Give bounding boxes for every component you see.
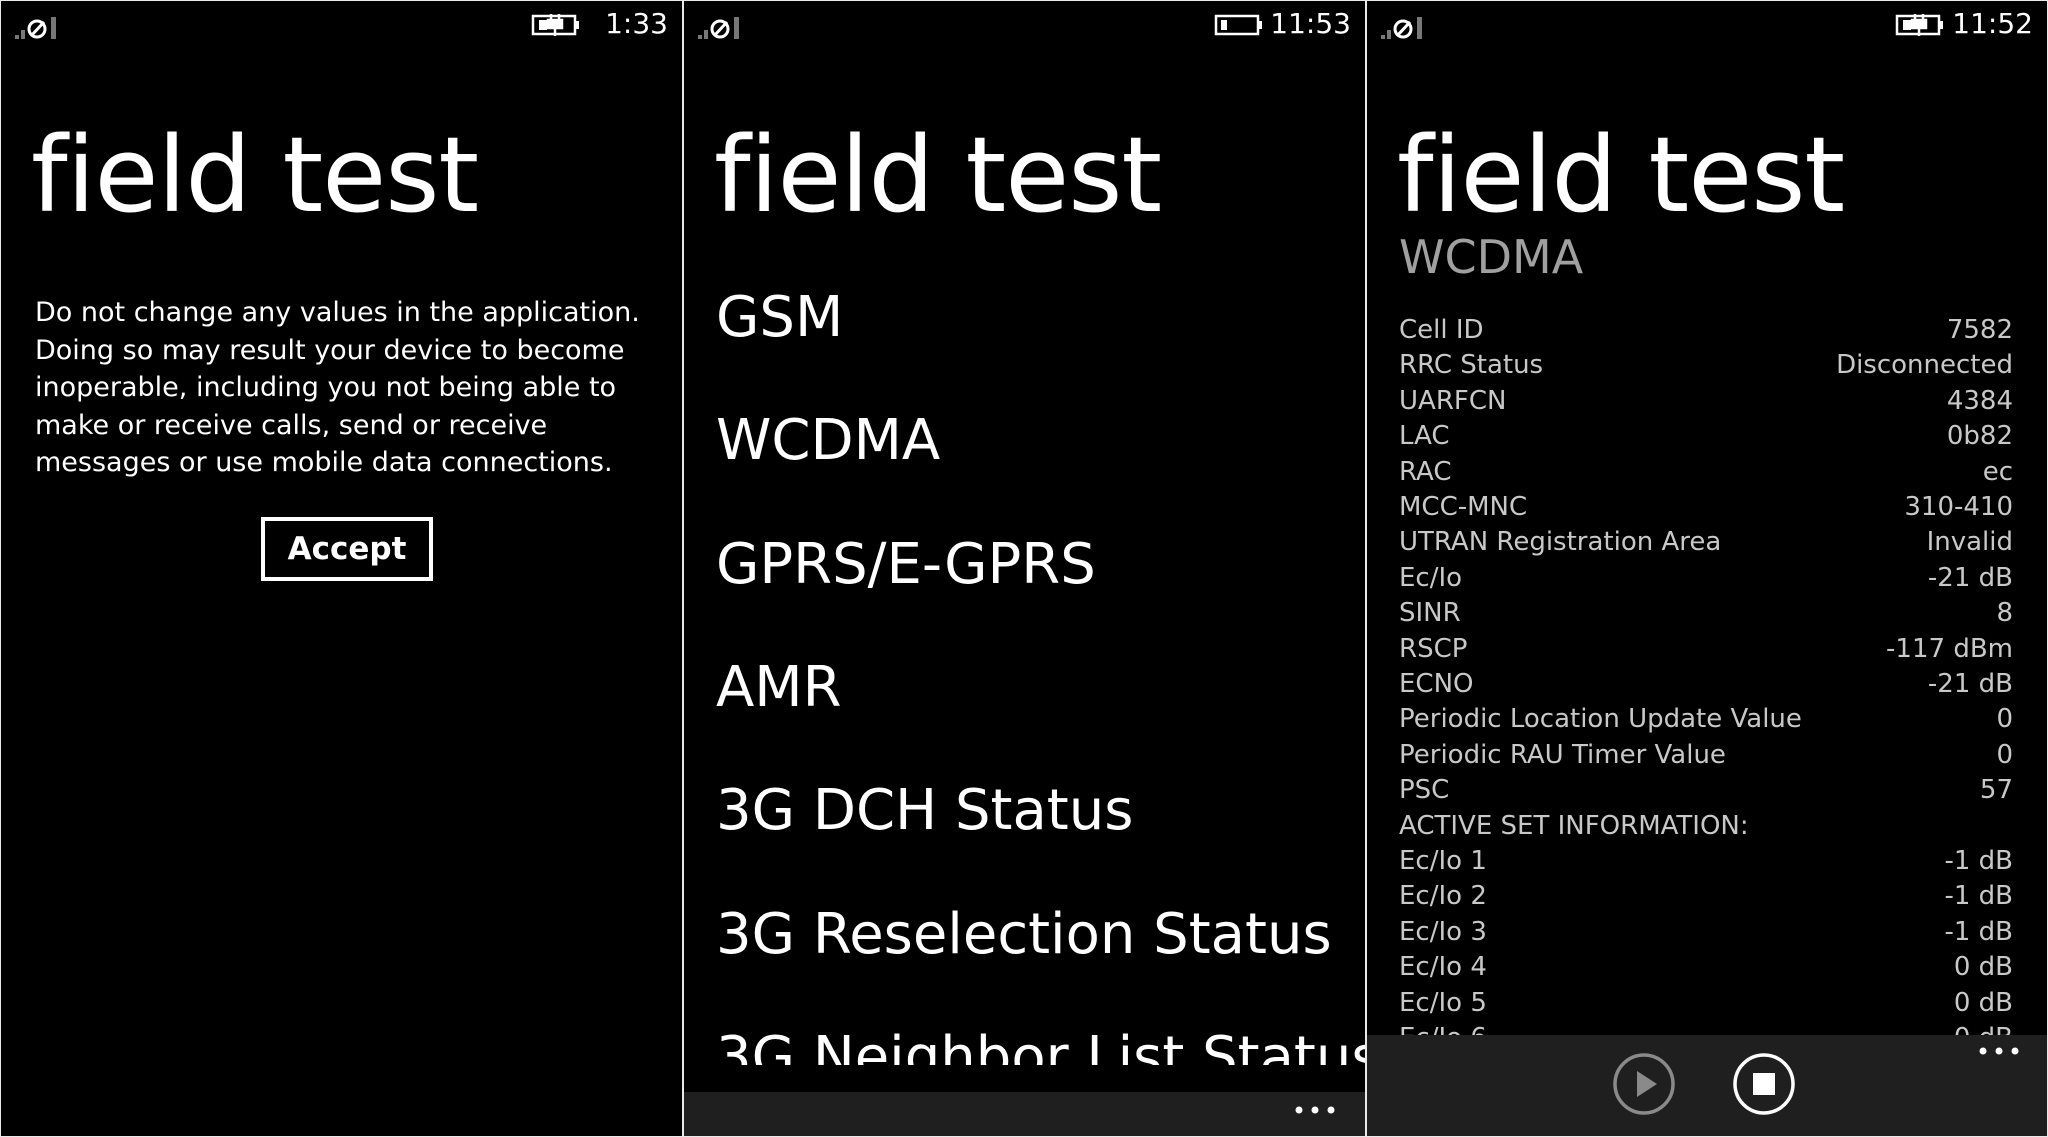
no-signal-icon [698, 17, 739, 39]
info-value: ec [1982, 456, 2013, 487]
app-bar [684, 1092, 1365, 1136]
menu-item-wcdma[interactable]: WCDMA [716, 407, 940, 475]
info-label: Ec/Io 5 [1399, 987, 1487, 1018]
info-label: LAC [1399, 421, 1450, 452]
info-label: Ec/Io 6 [1399, 1021, 1487, 1035]
info-label: Ec/Io 2 [1399, 881, 1487, 912]
clock: 11:53 [1270, 7, 1351, 40]
info-label: Ec/Io 1 [1399, 846, 1487, 876]
info-value: 0 [1996, 704, 2013, 735]
info-row: PSC 57 [1399, 773, 2013, 808]
info-value: 0 dB [1954, 1021, 2013, 1035]
status-bar: 11:53 [684, 1, 1365, 49]
menu-item-gsm[interactable]: GSM [716, 284, 843, 352]
info-value: 4384 [1946, 385, 2013, 416]
info-row: Cell ID 7582 [1399, 313, 2013, 348]
wcdma-detail-screen: 11:52 field test WCDMA Cell ID 7582 RRC St… [1367, 1, 2047, 1136]
warning-text: Do not change any values in the applicat… [35, 297, 640, 478]
info-label: PSC [1399, 775, 1450, 806]
info-label: RAC [1399, 456, 1452, 487]
page-title: field test [1397, 114, 1845, 236]
disclaimer-screen: 1:33 field test Do not change any values… [1, 1, 682, 1136]
info-value: 7582 [1946, 315, 2013, 345]
info-value: -21 dB [1927, 562, 2013, 593]
info-value: Disconnected [1836, 350, 2013, 381]
battery-low-icon [1214, 14, 1262, 36]
info-label: UTRAN Registration Area [1399, 527, 1722, 558]
info-value: -1 dB [1944, 881, 2013, 912]
info-label: Cell ID [1399, 315, 1484, 345]
info-label: Ec/Io 3 [1399, 916, 1487, 947]
info-row: ACTIVE SET INFORMATION: [1399, 809, 2013, 844]
accept-button[interactable]: Accept [261, 517, 433, 581]
info-label: ECNO [1399, 669, 1474, 699]
info-row: LAC 0b82 [1399, 419, 2013, 454]
info-row: RRC Status Disconnected [1399, 348, 2013, 383]
info-label: MCC-MNC [1399, 492, 1528, 522]
status-bar: 1:33 [1, 1, 682, 49]
app-bar [1367, 1035, 2047, 1136]
play-button[interactable] [1612, 1052, 1676, 1116]
info-row: MCC-MNC 310-410 [1399, 490, 2013, 525]
info-row: Ec/Io 4 0 dB [1399, 950, 2013, 985]
info-row: Periodic Location Update Value 0 [1399, 702, 2013, 737]
info-label: Ec/Io 4 [1399, 952, 1487, 983]
status-bar: 11:52 [1367, 1, 2047, 49]
info-label: SINR [1399, 598, 1461, 629]
menu-item-3g-dch-status[interactable]: 3G DCH Status [716, 777, 1133, 845]
info-value: 0 [1996, 739, 2013, 770]
menu-item-3g-neighbor-list-status[interactable]: 3G Neighbor List Status [716, 1024, 1365, 1065]
clock: 11:52 [1952, 7, 2033, 40]
info-row: Ec/Io 5 0 dB [1399, 986, 2013, 1021]
info-value: 8 [1996, 598, 2013, 629]
clock: 1:33 [605, 7, 668, 40]
info-value: 57 [1979, 775, 2013, 806]
info-row: SINR 8 [1399, 596, 2013, 631]
info-row: ECNO -21 dB [1399, 667, 2013, 702]
info-value: -1 dB [1944, 846, 2013, 876]
test-category-list: GSM WCDMA GPRS/E-GPRS AMR 3G DCH Status … [716, 271, 1365, 1065]
info-value: 0 dB [1953, 952, 2013, 983]
info-row: Ec/Io 1 -1 dB [1399, 844, 2013, 879]
page-title: field test [31, 114, 479, 236]
info-value: -1 dB [1944, 916, 2013, 947]
info-value: -21 dB [1927, 669, 2013, 699]
no-signal-icon [1381, 17, 1422, 39]
info-row: RSCP -117 dBm [1399, 632, 2013, 667]
more-options-icon[interactable] [1293, 1098, 1337, 1122]
info-value: 0b82 [1946, 421, 2013, 452]
stop-button[interactable] [1732, 1052, 1796, 1116]
info-label: Periodic RAU Timer Value [1399, 739, 1726, 770]
no-signal-icon [15, 17, 56, 39]
info-label: RSCP [1399, 633, 1468, 664]
info-value: -117 dBm [1886, 633, 2013, 664]
battery-charging-icon [1895, 14, 1943, 36]
info-row: Ec/Io 3 -1 dB [1399, 915, 2013, 950]
page-subtitle: WCDMA [1399, 230, 1584, 284]
info-value: Invalid [1926, 527, 2013, 558]
info-row: Ec/Io 2 -1 dB [1399, 879, 2013, 914]
menu-item-gprs[interactable]: GPRS/E-GPRS [716, 531, 1096, 599]
info-row: UARFCN 4384 [1399, 384, 2013, 419]
battery-charging-icon [531, 14, 579, 36]
info-label: ACTIVE SET INFORMATION: [1399, 810, 1749, 841]
info-label: RRC Status [1399, 350, 1544, 381]
info-label: UARFCN [1399, 385, 1507, 416]
info-value: 310-410 [1904, 492, 2013, 522]
info-row: Ec/Io -21 dB [1399, 561, 2013, 596]
info-row: Ec/Io 6 0 dB [1399, 1021, 2013, 1035]
wcdma-info-list: Cell ID 7582 RRC Status Disconnected UARFCN 4… [1399, 313, 2013, 1035]
info-label: Ec/Io [1399, 562, 1463, 593]
page-title: field test [714, 114, 1162, 236]
info-row: RAC ec [1399, 455, 2013, 490]
info-label: Periodic Location Update Value [1399, 704, 1802, 735]
more-options-icon[interactable] [1977, 1039, 2021, 1063]
info-value: 0 dB [1953, 987, 2013, 1018]
menu-item-amr[interactable]: AMR [716, 654, 842, 722]
menu-item-3g-reselection-status[interactable]: 3G Reselection Status [716, 901, 1332, 969]
field-test-menu-screen: 11:53 field test GSM WCDMA GPRS/E-GPRS A… [684, 1, 1365, 1136]
info-row: Periodic RAU Timer Value 0 [1399, 738, 2013, 773]
info-row: UTRAN Registration Area Invalid [1399, 525, 2013, 560]
